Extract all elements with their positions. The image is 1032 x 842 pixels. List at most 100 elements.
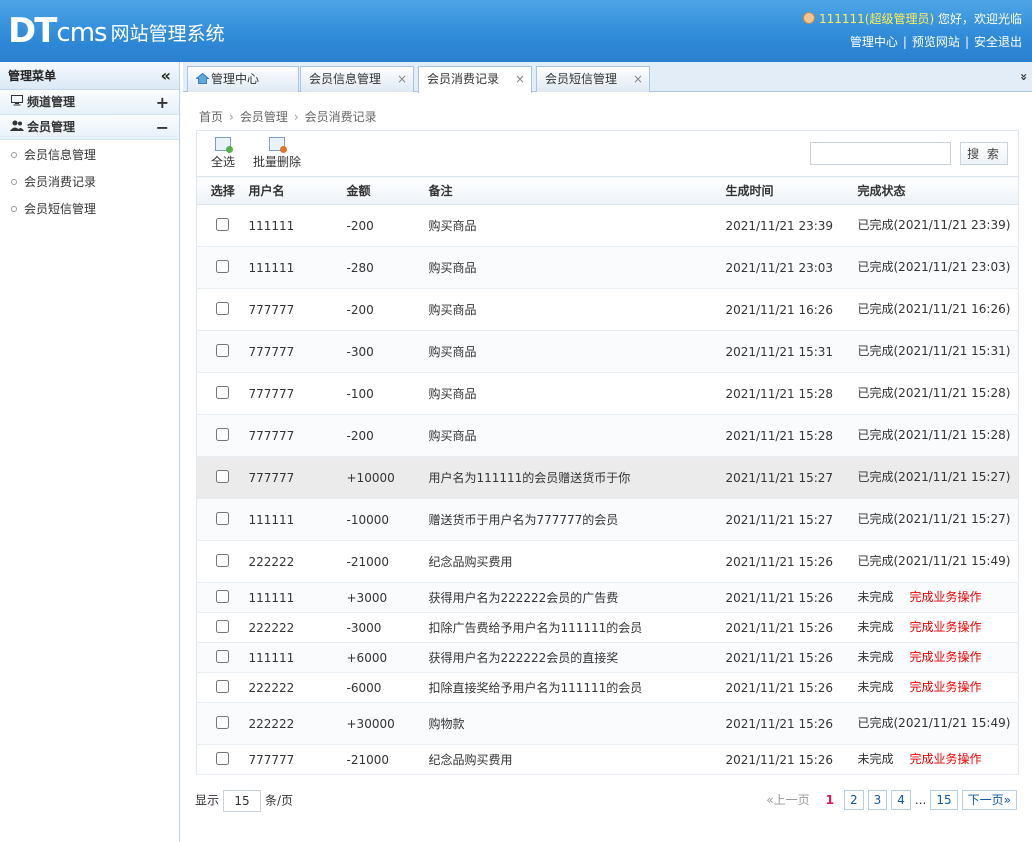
- row-checkbox[interactable]: [216, 301, 230, 315]
- prev-page-button[interactable]: «上一页: [760, 790, 816, 810]
- table-row: 111111 -10000 赠送货币于用户名为777777的会员 2021/11/21…: [196, 498, 1019, 541]
- amount-cell: -10000: [346, 498, 429, 541]
- username-cell: 111111: [248, 246, 347, 289]
- tab-bar: 管理中心 会员信息管理 × 会员消费记录 × 会员短信管理 × »: [183, 62, 1032, 93]
- bullet-icon: [11, 152, 17, 158]
- time-cell: 2021/11/21 15:26: [725, 642, 858, 673]
- username-cell: 111111: [248, 642, 347, 673]
- header-links: 管理中心 | 预览网站 | 安全退出: [849, 35, 1022, 49]
- row-select-cell: [196, 372, 249, 415]
- row-checkbox[interactable]: [216, 259, 230, 273]
- tab-admin-center[interactable]: 管理中心: [187, 66, 299, 92]
- page-last[interactable]: 15: [930, 790, 958, 810]
- preview-site-link[interactable]: 预览网站: [912, 35, 960, 49]
- sidebar-item-sms[interactable]: 会员短信管理: [0, 196, 179, 223]
- note-cell: 纪念品购买费用: [428, 744, 726, 775]
- table-row: 222222 +30000 购物款 2021/11/21 15:26 已完成(2021/…: [196, 702, 1019, 745]
- close-icon[interactable]: ×: [633, 67, 643, 91]
- batch-delete-label: 批量删除: [253, 155, 302, 169]
- search-input[interactable]: [810, 142, 951, 165]
- time-cell: 2021/11/21 23:03: [725, 246, 858, 289]
- tab-sms[interactable]: 会员短信管理 ×: [536, 66, 650, 92]
- row-checkbox[interactable]: [216, 751, 230, 765]
- complete-operation-link[interactable]: 完成业务操作: [910, 752, 982, 766]
- breadcrumb-home[interactable]: 首页: [199, 110, 223, 124]
- row-checkbox[interactable]: [216, 619, 230, 633]
- sidebar-item-member-info[interactable]: 会员信息管理: [0, 142, 179, 169]
- user-info: 111111(超级管理员) 您好，欢迎光临 管理中心 | 预览网站 | 安全退出: [802, 10, 1022, 50]
- select-all-button[interactable]: 全选: [211, 137, 235, 170]
- next-page-button[interactable]: 下一页»: [961, 790, 1017, 810]
- page-size-input[interactable]: 15: [223, 790, 262, 812]
- toolbar: 全选 批量删除 搜 索: [196, 130, 1019, 176]
- status-cell: 已完成(2021/11/21 15:28): [857, 372, 1019, 415]
- collapse-icon[interactable]: −: [156, 115, 169, 140]
- row-checkbox[interactable]: [216, 553, 230, 567]
- double-chevron-down-icon[interactable]: »: [1017, 73, 1031, 81]
- table-row: 222222 -21000 纪念品购买费用 2021/11/21 15:26 已完成(2…: [196, 540, 1019, 583]
- row-checkbox[interactable]: [216, 217, 230, 231]
- username-cell: 777777: [248, 330, 347, 373]
- row-checkbox[interactable]: [216, 511, 230, 525]
- tab-label: 会员信息管理: [309, 72, 382, 86]
- breadcrumb-current: 会员消费记录: [304, 110, 377, 124]
- row-checkbox[interactable]: [216, 469, 230, 483]
- tab-member-info[interactable]: 会员信息管理 ×: [300, 66, 414, 92]
- expand-icon[interactable]: +: [156, 90, 169, 115]
- sidebar-item-consumption[interactable]: 会员消费记录: [0, 169, 179, 196]
- tab-consumption[interactable]: 会员消费记录 ×: [418, 66, 532, 93]
- username-cell: 222222: [248, 672, 347, 703]
- row-checkbox[interactable]: [216, 385, 230, 399]
- page-size-control: 显示 15 条/页: [195, 790, 293, 812]
- status-cell: 已完成(2021/11/21 15:49): [857, 540, 1019, 583]
- row-checkbox[interactable]: [216, 343, 230, 357]
- status-cell: 已完成(2021/11/21 15:27): [857, 498, 1019, 541]
- status-text: 未完成: [857, 590, 894, 604]
- search-button[interactable]: 搜 索: [960, 142, 1008, 165]
- status-text: 未完成: [857, 680, 894, 694]
- tab-label: 会员短信管理: [545, 72, 618, 86]
- amount-cell: -21000: [346, 540, 429, 583]
- page-2[interactable]: 2: [844, 790, 864, 810]
- sidebar-item-label: 会员信息管理: [24, 148, 97, 162]
- table-row: 111111 +3000 获得用户名为222222会员的广告费 2021/11/21 …: [196, 582, 1019, 613]
- close-icon[interactable]: ×: [515, 67, 525, 91]
- row-checkbox[interactable]: [216, 589, 230, 603]
- username-cell: 777777: [248, 414, 347, 457]
- sidebar-header: 管理菜单 «: [0, 62, 179, 90]
- complete-operation-link[interactable]: 完成业务操作: [910, 620, 982, 634]
- batch-delete-button[interactable]: 批量删除: [253, 137, 301, 170]
- page-4[interactable]: 4: [891, 790, 911, 810]
- time-cell: 2021/11/21 15:28: [725, 372, 858, 415]
- status-text: 已完成(2021/11/21 16:26): [857, 302, 1011, 316]
- status-cell: 未完成 完成业务操作: [857, 672, 1019, 703]
- double-chevron-left-icon[interactable]: «: [161, 62, 171, 90]
- page-3[interactable]: 3: [867, 790, 888, 810]
- status-cell: 已完成(2021/11/21 23:39): [857, 204, 1019, 247]
- row-checkbox[interactable]: [216, 715, 230, 729]
- bullet-icon: [11, 179, 17, 185]
- complete-operation-link[interactable]: 完成业务操作: [910, 590, 982, 604]
- time-cell: 2021/11/21 15:26: [725, 672, 858, 703]
- username-cell: 111111: [248, 498, 347, 541]
- row-select-cell: [196, 642, 249, 673]
- row-checkbox[interactable]: [216, 649, 230, 663]
- username-cell: 111111: [248, 582, 347, 613]
- amount-cell: -300: [346, 330, 429, 373]
- admin-center-link[interactable]: 管理中心: [850, 35, 898, 49]
- complete-operation-link[interactable]: 完成业务操作: [910, 650, 982, 664]
- close-icon[interactable]: ×: [397, 67, 407, 91]
- amount-cell: +3000: [346, 582, 429, 613]
- table-row: 222222 -6000 扣除直接奖给予用户名为111111的会员 2021/11/2…: [196, 672, 1019, 703]
- status-cell: 已完成(2021/11/21 15:49): [857, 702, 1019, 745]
- sidebar-group-channel[interactable]: 频道管理 +: [0, 90, 179, 115]
- tab-label: 会员消费记录: [427, 72, 500, 86]
- time-cell: 2021/11/21 15:31: [725, 330, 858, 373]
- row-checkbox[interactable]: [216, 679, 230, 693]
- select-all-label: 全选: [211, 155, 236, 169]
- complete-operation-link[interactable]: 完成业务操作: [910, 680, 982, 694]
- logout-link[interactable]: 安全退出: [974, 35, 1022, 49]
- amount-cell: -200: [346, 204, 429, 247]
- row-checkbox[interactable]: [216, 427, 230, 441]
- sidebar-group-member[interactable]: 会员管理 −: [0, 115, 179, 140]
